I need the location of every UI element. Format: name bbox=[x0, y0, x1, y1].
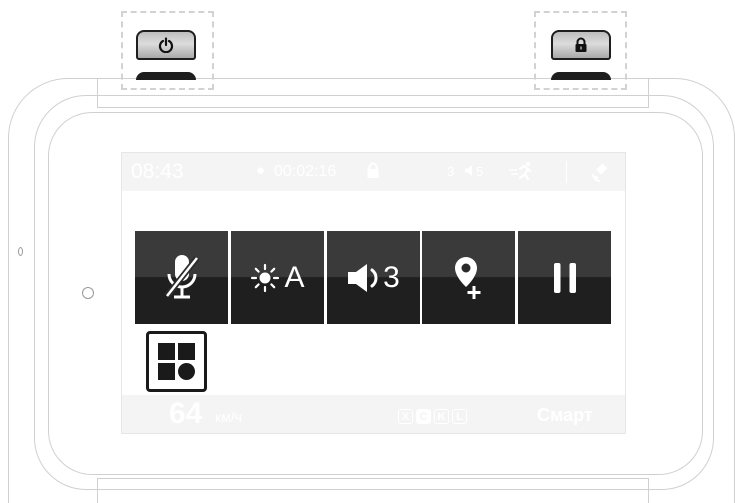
grid-circle-br bbox=[178, 363, 195, 380]
radar-bands: XCKL bbox=[398, 407, 470, 425]
grid-square-tl bbox=[158, 343, 175, 360]
power-icon bbox=[158, 37, 174, 53]
status-volume: 5 bbox=[476, 164, 484, 179]
speaker-status-icon bbox=[465, 165, 472, 176]
satellite-icon bbox=[592, 163, 608, 182]
pause-icon bbox=[553, 262, 576, 293]
brightness-button[interactable]: A bbox=[231, 231, 324, 324]
speed-unit: км/ч bbox=[215, 409, 242, 425]
lock-status-icon bbox=[367, 162, 379, 178]
pause-button[interactable] bbox=[518, 231, 611, 324]
clock: 08:43 bbox=[131, 160, 184, 183]
grid-square-bl bbox=[158, 363, 175, 380]
band-c: C bbox=[416, 409, 431, 424]
add-poi-button[interactable] bbox=[422, 231, 515, 324]
mic-toggle-button[interactable] bbox=[135, 231, 228, 324]
record-time: 00:02:16 bbox=[274, 163, 337, 180]
grid-square-tr bbox=[178, 343, 195, 360]
sensor-dot bbox=[82, 287, 94, 299]
record-indicator: ● bbox=[256, 162, 266, 179]
side-port-mark bbox=[18, 247, 23, 256]
bottom-bar: 64 км/ч XCKL Смарт bbox=[122, 395, 625, 433]
speed-value: 64 bbox=[169, 397, 203, 430]
lock-icon bbox=[575, 37, 587, 52]
status-count: 3 bbox=[447, 164, 455, 179]
device-bottom-bar bbox=[97, 478, 649, 503]
menu-grid-button[interactable] bbox=[146, 331, 207, 392]
volume-level-label: 3 bbox=[383, 260, 400, 294]
sun-icon bbox=[251, 263, 280, 292]
band-x: X bbox=[398, 409, 413, 424]
lock-button-ledge bbox=[551, 72, 611, 80]
band-l: L bbox=[452, 409, 467, 424]
brightness-mode-label: A bbox=[284, 260, 305, 294]
volume-button[interactable]: 3 bbox=[327, 231, 420, 324]
band-k: K bbox=[434, 409, 449, 424]
lock-button[interactable] bbox=[551, 30, 611, 60]
status-bar: 08:43 ● 00:02:16 3 5 bbox=[122, 153, 625, 191]
speaker-icon bbox=[348, 263, 378, 292]
grid-icon bbox=[149, 334, 204, 389]
map-pin-add-icon bbox=[454, 256, 480, 299]
mic-off-icon bbox=[164, 254, 199, 298]
power-button[interactable] bbox=[136, 30, 196, 60]
detector-mode: Смарт bbox=[537, 405, 593, 425]
device-screen: 08:43 ● 00:02:16 3 5 A 3 64 км/ч X C K L… bbox=[121, 152, 626, 434]
status-divider bbox=[566, 161, 567, 183]
running-icon bbox=[509, 161, 532, 181]
power-button-ledge bbox=[136, 72, 196, 80]
